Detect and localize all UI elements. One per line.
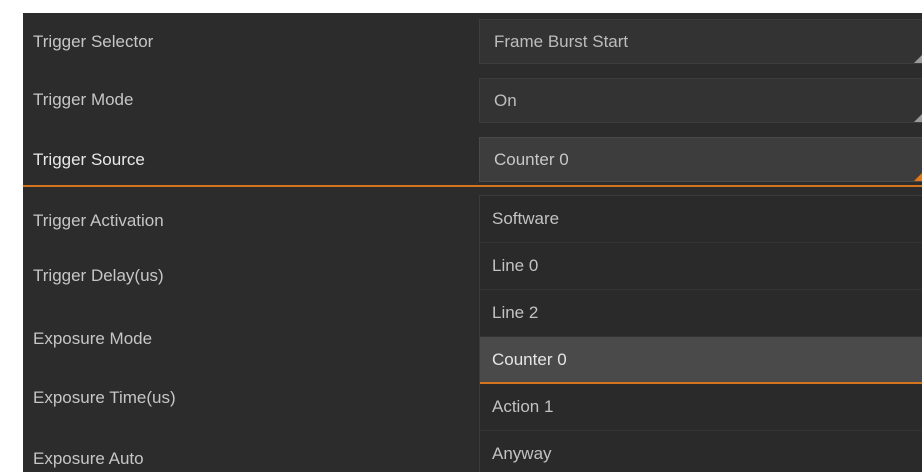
trigger-source-value: Counter 0 xyxy=(494,150,569,169)
selection-underline xyxy=(23,185,922,187)
corner-triangle-icon xyxy=(914,173,922,181)
property-label-trigger-source: Trigger Source xyxy=(33,150,145,169)
trigger-source-combobox[interactable]: Counter 0 xyxy=(479,137,922,182)
property-label-trigger-mode: Trigger Mode xyxy=(33,90,134,109)
property-label-trigger-delay: Trigger Delay(us) xyxy=(33,266,164,285)
corner-triangle-icon xyxy=(914,55,922,63)
dropdown-option-label: Anyway xyxy=(492,444,552,463)
property-label-trigger-selector: Trigger Selector xyxy=(33,32,154,51)
trigger-mode-value: On xyxy=(494,91,517,110)
dropdown-option-line-0[interactable]: Line 0 xyxy=(480,243,922,290)
dropdown-option-label: Counter 0 xyxy=(492,350,567,369)
dropdown-option-label: Software xyxy=(492,209,560,228)
dropdown-option-line-2[interactable]: Line 2 xyxy=(480,290,922,337)
property-label-exposure-mode: Exposure Mode xyxy=(33,329,153,348)
dropdown-option-action-1[interactable]: Action 1 xyxy=(480,384,922,431)
property-panel: Trigger Selector Frame Burst Start Trigg… xyxy=(23,13,922,472)
trigger-selector-combobox[interactable]: Frame Burst Start xyxy=(479,19,922,64)
dropdown-option-anyway[interactable]: Anyway xyxy=(480,431,922,472)
property-label-exposure-time: Exposure Time(us) xyxy=(33,388,176,407)
trigger-mode-combobox[interactable]: On xyxy=(479,78,922,123)
trigger-selector-value: Frame Burst Start xyxy=(494,32,629,51)
corner-triangle-icon xyxy=(914,114,922,122)
dropdown-option-label: Line 0 xyxy=(492,256,539,275)
property-label-trigger-activation: Trigger Activation xyxy=(33,211,164,230)
dropdown-option-software[interactable]: Software xyxy=(480,196,922,243)
dropdown-option-label: Line 2 xyxy=(492,303,539,322)
property-label-exposure-auto: Exposure Auto xyxy=(33,449,144,468)
dropdown-option-label: Action 1 xyxy=(492,397,554,416)
dropdown-option-counter-0[interactable]: Counter 0 xyxy=(480,337,922,384)
trigger-source-dropdown-list: Software Line 0 Line 2 Counter 0 Action … xyxy=(479,195,922,472)
